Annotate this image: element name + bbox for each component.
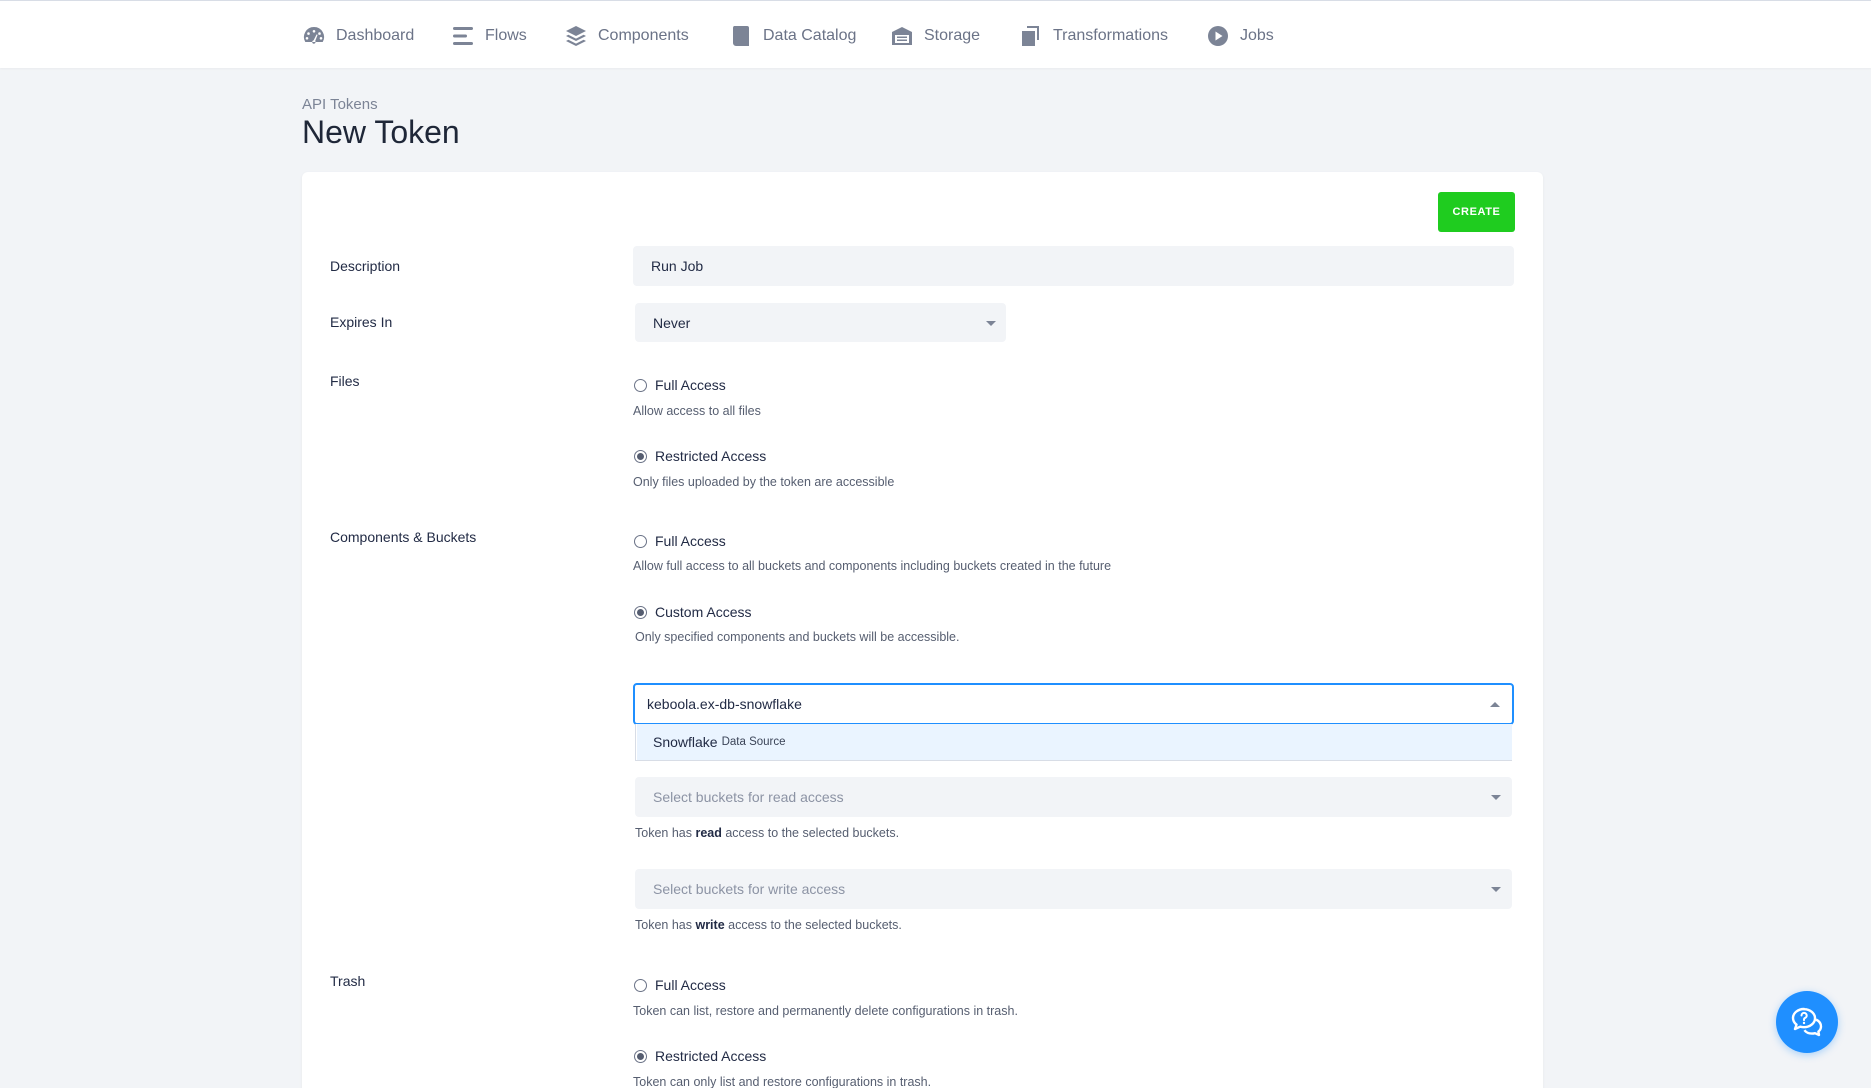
read-help-prefix: Token has — [635, 826, 696, 840]
trash-restricted-access-label: Restricted Access — [655, 1048, 767, 1064]
chevron-down-icon — [986, 321, 996, 326]
transformations-icon — [1022, 26, 1039, 46]
trash-restricted-access-radio[interactable]: Restricted Access — [634, 1048, 766, 1064]
component-select-input[interactable]: keboola.ex-db-snowflake — [633, 683, 1514, 725]
components-full-access-radio[interactable]: Full Access — [634, 533, 726, 549]
components-full-access-label: Full Access — [655, 533, 726, 549]
radio-checked-icon[interactable] — [634, 1049, 647, 1063]
nav-item-flows[interactable]: Flows — [451, 23, 527, 49]
nav-item-dashboard[interactable]: Dashboard — [302, 23, 414, 49]
component-option-name: Snowflake — [653, 734, 718, 750]
nav-item-data-catalog[interactable]: Data Catalog — [729, 23, 856, 49]
files-restricted-access-label: Restricted Access — [655, 448, 767, 464]
trash-full-access-radio[interactable]: Full Access — [634, 977, 726, 993]
radio-checked-icon[interactable] — [634, 605, 647, 619]
files-label: Files — [330, 373, 360, 389]
read-help-bold: read — [695, 826, 722, 840]
expires-select[interactable]: Never — [635, 303, 1006, 342]
nav-item-storage[interactable]: Storage — [890, 23, 980, 49]
description-value: Run Job — [651, 258, 704, 274]
nav-label-dashboard: Dashboard — [336, 27, 415, 44]
page-title: New Token — [302, 114, 460, 150]
data-catalog-icon — [732, 26, 749, 46]
chevron-up-icon[interactable] — [1490, 702, 1500, 707]
trash-restricted-access-help: Token can only list and restore configur… — [633, 1075, 932, 1088]
nav-label-data-catalog: Data Catalog — [763, 27, 857, 44]
files-restricted-access-help: Only files uploaded by the token are acc… — [633, 475, 895, 489]
component-option-snowflake[interactable]: Snowflake Data Source — [637, 724, 1512, 760]
trash-label: Trash — [330, 973, 366, 989]
chat-question-icon — [1791, 1007, 1823, 1037]
component-search-value: keboola.ex-db-snowflake — [647, 696, 802, 712]
jobs-icon — [1208, 26, 1228, 46]
expires-label: Expires In — [330, 314, 393, 330]
trash-full-access-help: Token can list, restore and permanently … — [633, 1004, 1018, 1018]
write-access-help: Token has write access to the selected b… — [635, 918, 902, 932]
components-custom-access-help: Only specified components and buckets wi… — [635, 630, 960, 644]
components-icon — [566, 26, 586, 46]
storage-icon — [892, 27, 912, 45]
files-full-access-label: Full Access — [655, 377, 726, 393]
components-full-access-help: Allow full access to all buckets and com… — [633, 559, 1112, 573]
flows-icon — [453, 27, 473, 45]
nav-item-transformations[interactable]: Transformations — [1019, 23, 1168, 49]
top-navigation: Dashboard Flows Components Data Catalog … — [0, 0, 1871, 68]
expires-value: Never — [653, 314, 691, 331]
chevron-down-icon — [1491, 795, 1501, 800]
nav-item-components[interactable]: Components — [564, 23, 689, 49]
dashboard-icon — [303, 26, 325, 44]
write-buckets-placeholder: Select buckets for write access — [653, 881, 846, 897]
component-select-menu: Snowflake Data Source — [635, 724, 1512, 761]
write-buckets-select[interactable]: Select buckets for write access — [635, 869, 1512, 909]
write-help-prefix: Token has — [635, 918, 696, 932]
read-access-help: Token has read access to the selected bu… — [635, 826, 899, 840]
files-full-access-help: Allow access to all files — [633, 404, 761, 418]
description-label: Description — [330, 258, 401, 274]
components-buckets-label: Components & Buckets — [330, 529, 477, 545]
nav-label-jobs: Jobs — [1240, 27, 1274, 44]
read-buckets-select[interactable]: Select buckets for read access — [635, 777, 1512, 817]
files-full-access-radio[interactable]: Full Access — [634, 377, 726, 393]
radio-unchecked-icon[interactable] — [634, 378, 647, 392]
chevron-down-icon — [1491, 887, 1501, 892]
components-custom-access-label: Custom Access — [655, 604, 752, 620]
support-chat-button[interactable] — [1776, 991, 1838, 1053]
breadcrumb[interactable]: API Tokens — [302, 96, 378, 113]
nav-item-jobs[interactable]: Jobs — [1206, 23, 1274, 49]
radio-checked-icon[interactable] — [634, 449, 647, 463]
files-restricted-access-radio[interactable]: Restricted Access — [634, 448, 766, 464]
component-option-type: Data Source — [721, 736, 786, 748]
create-button[interactable]: CREATE — [1438, 192, 1515, 232]
description-input[interactable]: Run Job — [633, 246, 1514, 286]
components-custom-access-radio[interactable]: Custom Access — [634, 604, 751, 620]
radio-unchecked-icon[interactable] — [634, 978, 647, 992]
nav-label-components: Components — [598, 27, 689, 44]
nav-label-storage: Storage — [924, 27, 981, 44]
write-help-bold: write — [695, 918, 725, 932]
radio-unchecked-icon[interactable] — [634, 534, 647, 548]
read-help-suffix: access to the selected buckets. — [721, 826, 900, 840]
read-buckets-placeholder: Select buckets for read access — [653, 789, 844, 805]
nav-label-transformations: Transformations — [1053, 27, 1168, 44]
write-help-suffix: access to the selected buckets. — [724, 918, 902, 932]
nav-label-flows: Flows — [485, 27, 527, 44]
trash-full-access-label: Full Access — [655, 977, 726, 993]
